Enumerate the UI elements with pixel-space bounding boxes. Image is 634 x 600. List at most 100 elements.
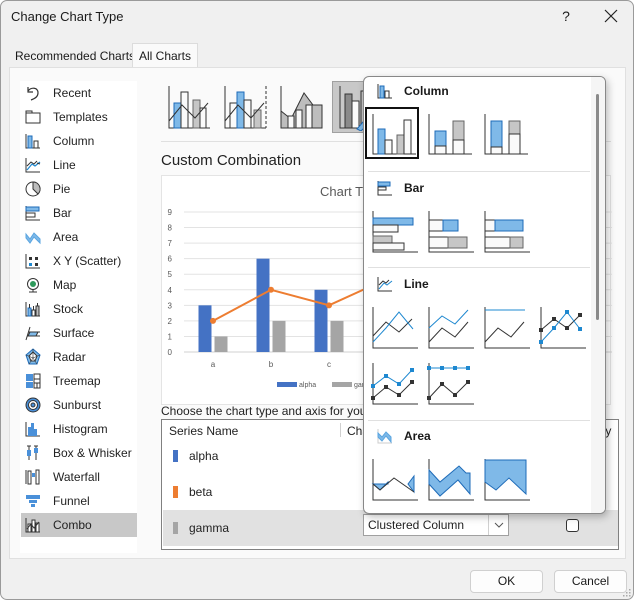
group-label: Column xyxy=(404,84,449,98)
area-chart-icon xyxy=(376,427,396,445)
sidebar-item-label: Box & Whisker xyxy=(53,446,132,460)
group-divider xyxy=(368,420,590,421)
title-bar: Change Chart Type ? xyxy=(1,1,633,33)
change-chart-type-dialog: Change Chart Type ? Recommended Charts A… xyxy=(0,0,634,600)
sidebar-item-stock[interactable]: Stock xyxy=(21,297,137,321)
sidebar-item-xy-scatter[interactable]: X Y (Scatter) xyxy=(21,249,137,273)
group-divider xyxy=(368,267,590,268)
sidebar-item-map[interactable]: Map xyxy=(21,273,137,297)
gallery-item-clustered-column[interactable] xyxy=(365,107,419,159)
y-tick-label: 5 xyxy=(168,270,173,279)
gallery-item-clustered-bar[interactable] xyxy=(367,205,421,257)
y-tick-label: 0 xyxy=(168,348,173,357)
close-button[interactable] xyxy=(599,5,623,27)
group-label: Bar xyxy=(404,181,425,195)
gallery-item-100-stacked-bar[interactable] xyxy=(479,205,533,257)
sidebar-item-waterfall[interactable]: Waterfall xyxy=(21,465,137,489)
box-whisker-chart-icon xyxy=(23,443,43,463)
subtype-stacked-area-clustered-column[interactable] xyxy=(276,81,326,133)
combo-chart-icon xyxy=(23,515,43,535)
y-tick-label: 1 xyxy=(168,332,173,341)
line-marker-beta xyxy=(326,302,332,309)
line-marker-beta xyxy=(268,286,274,293)
pie-chart-icon xyxy=(23,179,43,199)
gallery-group-area: Area xyxy=(364,423,590,449)
group-label: Area xyxy=(404,429,431,443)
gallery-item-stacked-line-with-markers[interactable] xyxy=(367,357,421,409)
legend-label-alpha: alpha xyxy=(299,382,316,389)
series-color-swatch xyxy=(173,450,178,462)
tab-recommended-charts[interactable]: Recommended Charts xyxy=(10,46,135,68)
sidebar-item-label: Bar xyxy=(53,206,72,220)
series-name: alpha xyxy=(189,449,219,463)
y-tick-label: 8 xyxy=(168,224,173,233)
y-tick-label: 2 xyxy=(168,317,173,326)
sidebar-item-label: X Y (Scatter) xyxy=(53,254,122,268)
gallery-item-stacked-area[interactable] xyxy=(423,453,477,505)
tab-all-charts[interactable]: All Charts xyxy=(132,43,198,68)
sidebar-item-label: Histogram xyxy=(53,422,108,436)
help-button[interactable]: ? xyxy=(557,5,575,27)
gallery-item-100-stacked-line-with-markers[interactable] xyxy=(423,357,477,409)
gallery-scrollbar[interactable] xyxy=(591,77,605,513)
sidebar-item-histogram[interactable]: Histogram xyxy=(21,417,137,441)
sidebar-item-label: Sunburst xyxy=(53,398,102,412)
series-color-swatch xyxy=(173,522,178,534)
bar-chart-icon xyxy=(376,179,396,197)
close-icon xyxy=(604,9,618,23)
sidebar-item-funnel[interactable]: Funnel xyxy=(21,489,137,513)
custom-combination-heading: Custom Combination xyxy=(161,152,302,169)
line-series-beta xyxy=(212,277,388,322)
sidebar-item-label: Surface xyxy=(53,326,95,340)
gallery-item-stacked-column[interactable] xyxy=(421,107,475,159)
y-tick-label: 7 xyxy=(168,239,173,248)
sidebar-item-radar[interactable]: Radar xyxy=(21,345,137,369)
stock-chart-icon xyxy=(23,299,43,319)
x-tick-label: b xyxy=(269,360,274,369)
gallery-item-line[interactable] xyxy=(367,301,421,353)
sunburst-chart-icon xyxy=(23,395,43,415)
resize-grip-icon[interactable] xyxy=(623,589,631,597)
gallery-item-100-stacked-line[interactable] xyxy=(479,301,533,353)
sidebar-item-treemap[interactable]: Treemap xyxy=(21,369,137,393)
sidebar-item-label: Pie xyxy=(53,182,71,196)
sidebar-item-label: Radar xyxy=(53,350,86,364)
line-chart-icon xyxy=(23,155,43,175)
legend-swatch-alpha xyxy=(277,382,297,387)
chart-category-list: Recent Templates Column Line Pie Bar Are… xyxy=(20,81,137,553)
sidebar-item-pie[interactable]: Pie xyxy=(21,177,137,201)
sidebar-item-label: Combo xyxy=(53,518,92,532)
area-chart-icon xyxy=(23,227,43,247)
sidebar-item-box-whisker[interactable]: Box & Whisker xyxy=(21,441,137,465)
sidebar-item-column[interactable]: Column xyxy=(21,129,137,153)
sidebar-item-area[interactable]: Area xyxy=(21,225,137,249)
subtype-clustered-column-line-secondary-axis[interactable] xyxy=(220,81,270,133)
sidebar-item-templates[interactable]: Templates xyxy=(21,105,137,129)
gallery-item-area[interactable] xyxy=(367,453,421,505)
surface-chart-icon xyxy=(23,323,43,343)
sidebar-item-bar[interactable]: Bar xyxy=(21,201,137,225)
gamma-secondary-axis-checkbox[interactable] xyxy=(566,519,579,532)
gallery-item-100-stacked-column[interactable] xyxy=(477,107,531,159)
sidebar-item-sunburst[interactable]: Sunburst xyxy=(21,393,137,417)
subtype-clustered-column-line[interactable] xyxy=(164,81,214,133)
bar-chart-icon xyxy=(23,203,43,223)
gallery-item-stacked-bar[interactable] xyxy=(423,205,477,257)
sidebar-item-line[interactable]: Line xyxy=(21,153,137,177)
gallery-group-line: Line xyxy=(364,271,590,297)
cancel-button[interactable]: Cancel xyxy=(554,570,627,593)
column-bar-alpha xyxy=(256,258,270,352)
gallery-item-100-stacked-area[interactable] xyxy=(479,453,533,505)
sidebar-item-combo[interactable]: Combo xyxy=(21,513,137,537)
gallery-item-line-with-markers[interactable] xyxy=(535,301,589,353)
map-globe-icon xyxy=(23,275,43,295)
chevron-down-icon[interactable] xyxy=(488,515,508,535)
gallery-item-stacked-line[interactable] xyxy=(423,301,477,353)
sidebar-item-recent[interactable]: Recent xyxy=(21,81,137,105)
gamma-chart-type-dropdown[interactable]: Clustered Column xyxy=(363,514,509,536)
gallery-scrollbar-thumb[interactable] xyxy=(596,94,599,320)
group-label: Line xyxy=(404,277,429,291)
ok-button[interactable]: OK xyxy=(470,570,543,593)
sidebar-item-surface[interactable]: Surface xyxy=(21,321,137,345)
sidebar-item-label: Column xyxy=(53,134,95,148)
